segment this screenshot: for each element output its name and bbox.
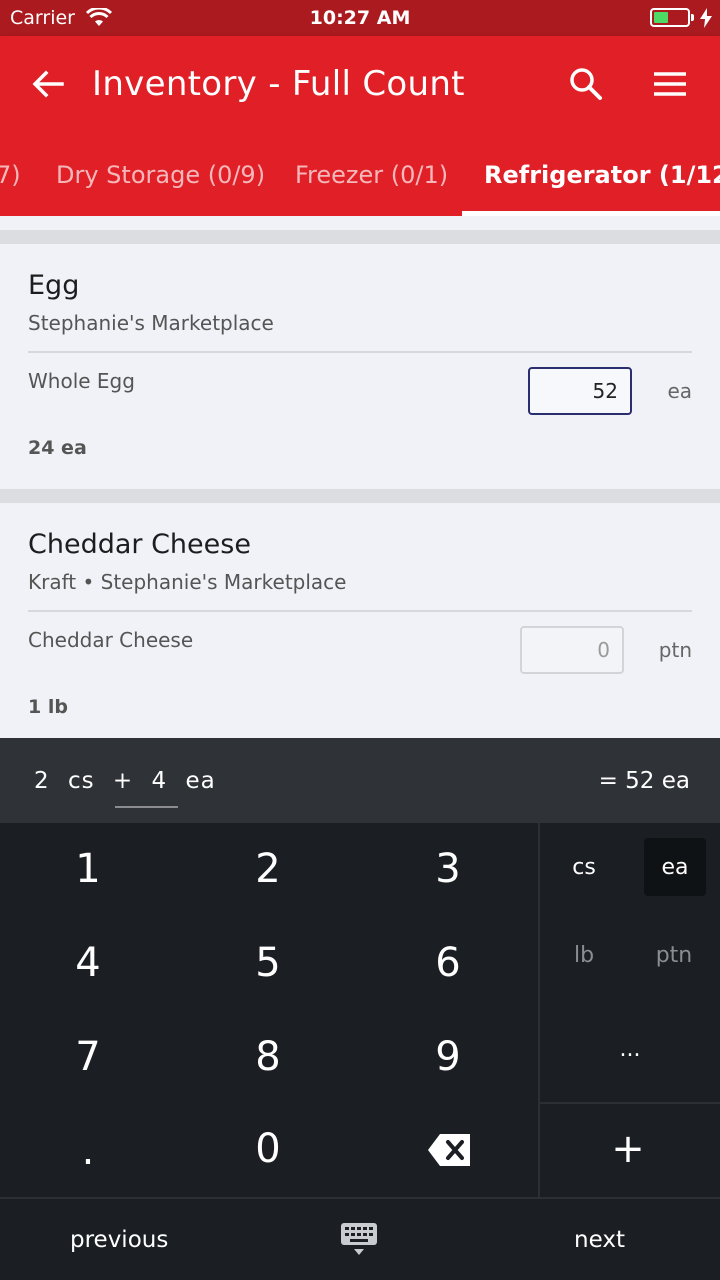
quantity-input[interactable]: 0 <box>520 626 624 674</box>
tab-refrigerator[interactable]: Refrigerator (1/12) <box>484 152 720 216</box>
expression-bar: 2 cs + 4 ea = 52 ea <box>0 738 720 823</box>
status-time: 10:27 AM <box>309 7 411 29</box>
status-bar: Carrier 10:27 AM <box>0 0 720 36</box>
item-card-egg: Egg Stephanie's Marketplace Whole Egg 52… <box>0 244 720 489</box>
tab-dry-storage[interactable]: Dry Storage (0/9) <box>56 152 265 216</box>
par-level: 1 lb <box>28 696 68 718</box>
active-term-underline <box>115 806 178 808</box>
plus-key[interactable]: + <box>588 1126 668 1172</box>
item-name: Egg <box>28 270 80 301</box>
more-units-button[interactable]: ... <box>600 1020 660 1080</box>
count-unit-label: Cheddar Cheese <box>28 628 194 652</box>
quantity-unit: ea <box>667 379 692 403</box>
item-supplier: Stephanie's Marketplace <box>28 311 692 353</box>
count-row: Whole Egg 52 ea <box>28 353 692 423</box>
key-5[interactable]: 5 <box>228 940 308 986</box>
keypad-nav-bar: previous next <box>0 1197 720 1280</box>
item-card-cheddar-cheese: Cheddar Cheese Kraft • Stephanie's Marke… <box>0 503 720 738</box>
keypad-divider <box>538 823 540 1197</box>
key-3[interactable]: 3 <box>408 846 488 892</box>
count-expression: 2 cs + 4 ea <box>34 768 226 794</box>
quantity-unit: ptn <box>658 638 692 662</box>
key-6[interactable]: 6 <box>408 940 488 986</box>
back-arrow-icon[interactable] <box>28 64 68 104</box>
key-8[interactable]: 8 <box>228 1034 308 1080</box>
case-unit: cs <box>67 768 95 794</box>
each-unit: ea <box>185 768 216 794</box>
key-9[interactable]: 9 <box>408 1034 488 1080</box>
charging-bolt-icon <box>700 8 712 28</box>
case-count[interactable]: 2 <box>34 768 50 794</box>
menu-icon[interactable] <box>650 66 690 106</box>
unit-key-ea[interactable]: ea <box>644 838 706 896</box>
key-4[interactable]: 4 <box>48 940 128 986</box>
next-button[interactable]: next <box>574 1227 625 1253</box>
unit-key-ptn[interactable]: ptn <box>640 926 708 986</box>
key-2[interactable]: 2 <box>228 846 308 892</box>
count-row: Cheddar Cheese 0 ptn <box>28 612 692 682</box>
keypad-divider <box>540 1102 720 1104</box>
count-keypad: 2 cs + 4 ea = 52 ea 1 2 3 4 5 6 7 8 9 . … <box>0 738 720 1280</box>
battery-icon <box>650 8 690 27</box>
search-icon[interactable] <box>566 64 606 104</box>
plus-operator: + <box>112 768 134 794</box>
unit-key-cs[interactable]: cs <box>554 838 614 898</box>
key-0[interactable]: 0 <box>228 1126 308 1172</box>
key-1[interactable]: 1 <box>48 846 128 892</box>
key-decimal[interactable]: . <box>48 1128 128 1174</box>
each-count[interactable]: 4 <box>152 768 168 794</box>
previous-button[interactable]: previous <box>70 1227 168 1253</box>
keyboard-dismiss-icon[interactable] <box>341 1223 377 1257</box>
backspace-icon[interactable] <box>428 1134 470 1166</box>
item-list: Egg Stephanie's Marketplace Whole Egg 52… <box>0 216 720 738</box>
unit-key-lb[interactable]: lb <box>554 926 614 986</box>
tab-previous-category[interactable]: 7) <box>0 152 21 216</box>
expression-result: = 52 ea <box>598 768 690 794</box>
par-level: 24 ea <box>28 437 87 459</box>
page-title: Inventory - Full Count <box>92 64 465 104</box>
tab-freezer[interactable]: Freezer (0/1) <box>295 152 448 216</box>
count-unit-label: Whole Egg <box>28 369 135 393</box>
category-tabs: 7) Dry Storage (0/9) Freezer (0/1) Refri… <box>0 152 720 216</box>
item-name: Cheddar Cheese <box>28 529 251 560</box>
quantity-input[interactable]: 52 <box>528 367 632 415</box>
item-supplier: Kraft • Stephanie's Marketplace <box>28 570 692 612</box>
key-7[interactable]: 7 <box>48 1034 128 1080</box>
